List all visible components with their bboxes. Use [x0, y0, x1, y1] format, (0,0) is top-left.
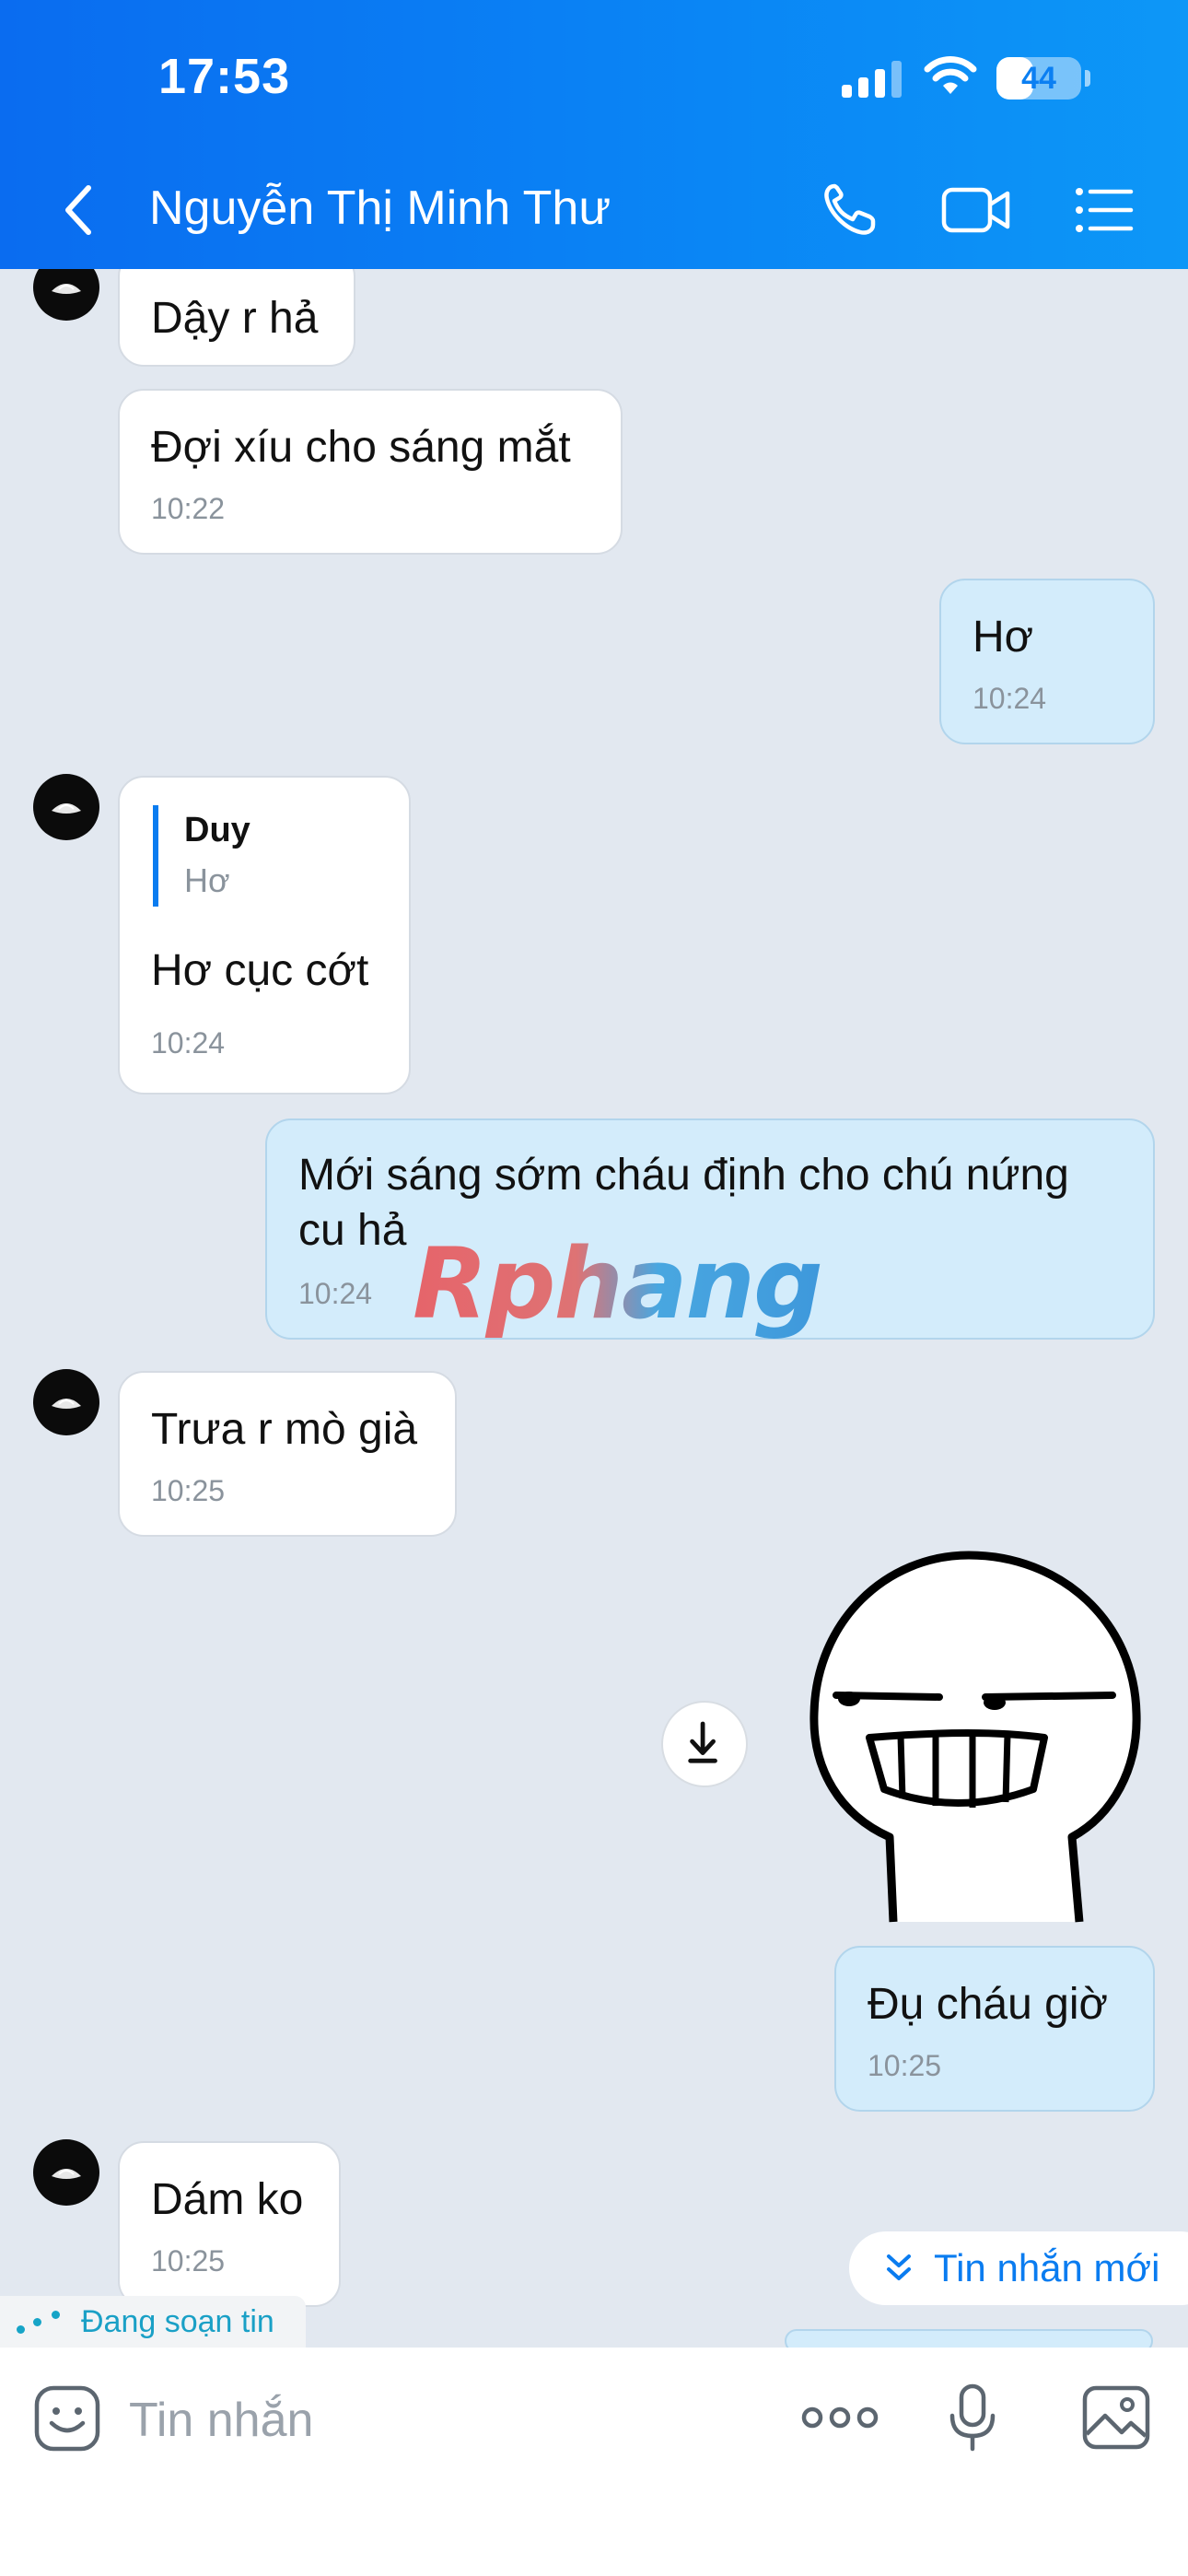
download-icon	[688, 1721, 717, 1763]
image-icon[interactable]	[1079, 2381, 1153, 2454]
contact-name[interactable]: Nguyễn Thị Minh Thư	[149, 181, 611, 236]
message-time: 10:25	[151, 2244, 226, 2277]
message-text: Hơ cục cớt	[151, 946, 369, 995]
message-time: 10:22	[151, 492, 226, 525]
message-bubble[interactable]: Đụ cháu giờ 10:25	[834, 1946, 1155, 2112]
message-text: Hơ	[973, 613, 1034, 662]
message-text: Dậy r hả	[151, 294, 319, 343]
watermark-logo: Rphang	[413, 1227, 823, 1341]
battery-percent: 44	[1021, 61, 1056, 96]
message-input-bar	[0, 2348, 1188, 2576]
typing-indicator: Đang soạn tin	[0, 2296, 306, 2348]
message-bubble[interactable]: Đợi xíu cho sáng mắt 10:22	[118, 389, 623, 555]
more-icon[interactable]	[801, 2381, 879, 2454]
battery-cap	[1085, 70, 1090, 87]
message-time: 10:24	[973, 682, 1047, 715]
message-text: Đợi xíu cho sáng mắt	[151, 423, 571, 472]
message-time: 10:25	[151, 1474, 226, 1507]
quote-author: Duy	[184, 811, 250, 849]
video-call-icon[interactable]	[939, 177, 1013, 243]
message-bubble[interactable]: Duy Hơ Hơ cục cớt 10:24	[118, 776, 411, 1095]
message-text: Dám ko	[151, 2175, 304, 2224]
chevron-double-down-icon	[887, 2254, 911, 2280]
sticker-image[interactable]	[785, 1548, 1153, 1927]
message-bubble[interactable]: Trưa r mò già 10:25	[118, 1371, 457, 1537]
message-input[interactable]	[129, 2388, 774, 2453]
message-time: 10:24	[151, 1026, 226, 1060]
battery-icon: 44	[996, 57, 1081, 100]
message-time: 10:25	[868, 2049, 942, 2082]
chat-header: 17:53 44 Nguyễn Thị Minh Thư	[0, 0, 1188, 269]
cellular-signal-icon	[842, 61, 903, 98]
download-button[interactable]	[661, 1701, 748, 1787]
message-time: 10:24	[298, 1277, 373, 1310]
message-bubble[interactable]: Dậy r hả	[118, 269, 355, 367]
typing-dots-icon	[15, 2303, 68, 2340]
avatar[interactable]	[33, 2139, 99, 2206]
emoji-icon[interactable]	[31, 2381, 105, 2454]
menu-list-icon[interactable]	[1074, 177, 1135, 243]
avatar[interactable]	[33, 269, 99, 321]
avatar[interactable]	[33, 774, 99, 840]
back-icon[interactable]	[57, 181, 101, 240]
phone-icon[interactable]	[816, 177, 882, 243]
wifi-icon	[924, 56, 977, 94]
reply-quote[interactable]: Duy Hơ	[153, 805, 250, 907]
new-messages-button[interactable]: Tin nhắn mới	[849, 2231, 1188, 2305]
message-text: Trưa r mò già	[151, 1405, 418, 1454]
message-bubble[interactable]: Hơ 10:24	[939, 579, 1155, 744]
typing-label: Đang soạn tin	[81, 2303, 274, 2339]
microphone-icon[interactable]	[936, 2381, 1009, 2454]
avatar[interactable]	[33, 1369, 99, 1435]
message-bubble[interactable]: Dám ko 10:25	[118, 2141, 341, 2307]
message-text: Đụ cháu giờ	[868, 1980, 1108, 2029]
new-messages-label: Tin nhắn mới	[934, 2246, 1160, 2289]
status-time: 17:53	[158, 49, 291, 104]
quote-text: Hơ	[184, 861, 230, 899]
